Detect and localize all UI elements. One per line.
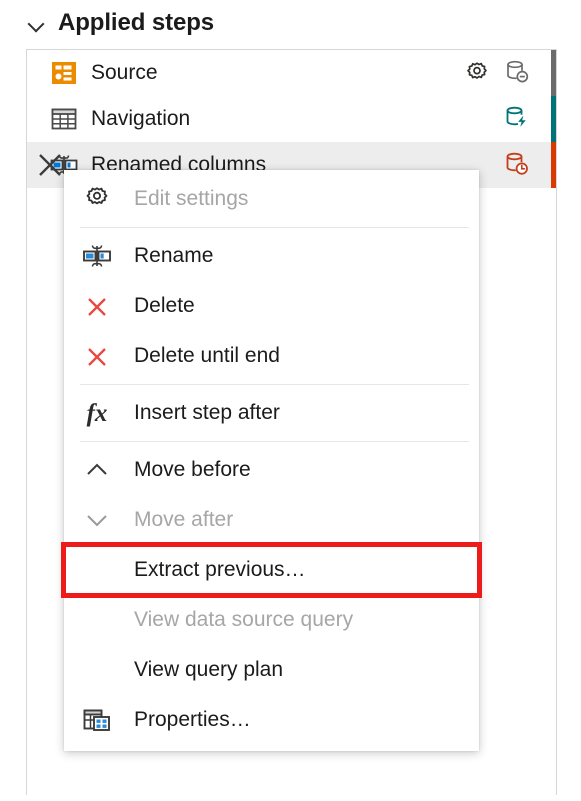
applied-step-row-source[interactable]: Source: [27, 50, 556, 96]
delete-x-icon: [80, 339, 114, 373]
menu-separator: [80, 227, 469, 228]
fx-icon: fx: [80, 396, 114, 430]
menu-item-insert-step-after[interactable]: fx Insert step after: [64, 388, 479, 438]
delete-x-icon: [80, 289, 114, 323]
menu-item-label: Edit settings: [134, 187, 248, 211]
applied-steps-header[interactable]: Applied steps: [28, 4, 214, 42]
menu-item-label: Properties…: [134, 708, 251, 732]
source-table-icon: [49, 58, 79, 88]
menu-item-label: View data source query: [134, 608, 353, 632]
menu-item-label: Move before: [134, 458, 251, 482]
gear-icon: [80, 182, 114, 216]
menu-item-label: View query plan: [134, 658, 283, 682]
menu-item-move-before[interactable]: Move before: [64, 445, 479, 495]
rename-icon: [80, 239, 114, 273]
applied-steps-panel: Applied steps Source: [0, 0, 581, 801]
menu-item-edit-settings[interactable]: Edit settings: [64, 174, 479, 224]
database-bolt-icon: [503, 104, 533, 134]
database-minus-icon: [503, 58, 533, 88]
applied-step-label: Source: [91, 61, 158, 85]
menu-item-delete[interactable]: Delete: [64, 281, 479, 331]
menu-item-properties[interactable]: Properties…: [64, 695, 479, 745]
no-icon: [80, 653, 114, 687]
menu-item-delete-until-end[interactable]: Delete until end: [64, 331, 479, 381]
no-icon: [80, 603, 114, 637]
menu-separator: [80, 384, 469, 385]
applied-step-context-menu: Edit settings Rename: [64, 170, 479, 751]
menu-item-label: Delete: [134, 294, 195, 318]
no-icon: [80, 553, 114, 587]
chevron-down-icon: [80, 503, 114, 537]
page-title: Applied steps: [58, 9, 214, 37]
menu-item-move-after[interactable]: Move after: [64, 495, 479, 545]
menu-item-view-data-source-query[interactable]: View data source query: [64, 595, 479, 645]
close-x-icon[interactable]: [33, 148, 67, 182]
applied-step-status-bar: [551, 142, 556, 188]
database-clock-icon: [503, 150, 533, 180]
chevron-up-icon: [80, 453, 114, 487]
menu-item-label: Insert step after: [134, 401, 280, 425]
applied-step-status-bar: [551, 96, 556, 142]
properties-icon: [80, 703, 114, 737]
menu-separator: [80, 441, 469, 442]
menu-item-rename[interactable]: Rename: [64, 231, 479, 281]
applied-step-status-group: [503, 142, 556, 188]
gear-icon[interactable]: [461, 57, 493, 89]
table-grid-icon: [49, 104, 79, 134]
applied-step-status-bar: [551, 50, 556, 96]
applied-step-status-group: [461, 50, 556, 96]
applied-step-status-group: [503, 96, 556, 142]
menu-item-view-query-plan[interactable]: View query plan: [64, 645, 479, 695]
menu-item-label: Extract previous…: [134, 558, 306, 582]
menu-item-extract-previous[interactable]: Extract previous…: [64, 545, 479, 595]
chevron-down-icon[interactable]: [28, 14, 46, 32]
applied-step-row-navigation[interactable]: Navigation: [27, 96, 556, 142]
applied-step-label: Navigation: [91, 107, 190, 131]
menu-item-label: Move after: [134, 508, 233, 532]
menu-item-label: Rename: [134, 244, 213, 268]
menu-item-label: Delete until end: [134, 344, 280, 368]
